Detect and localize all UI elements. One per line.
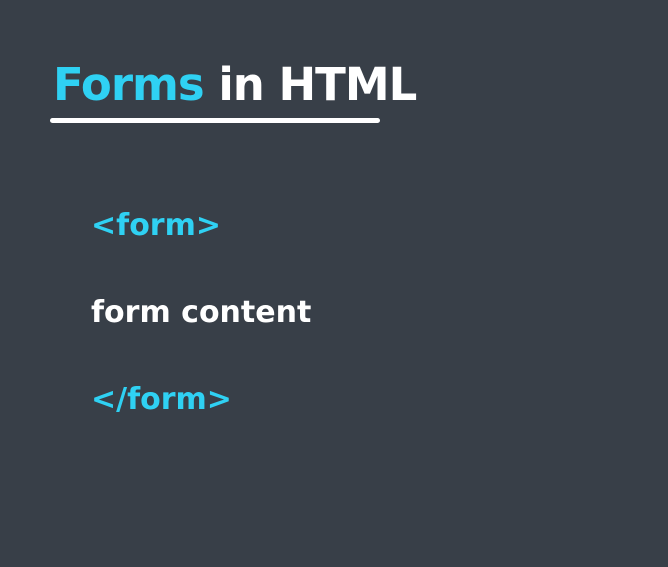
title-underline <box>50 118 380 123</box>
form-close-tag: </form> <box>91 382 232 417</box>
title-rest: in HTML <box>203 58 417 111</box>
slide: Forms in HTML <form> form content </form… <box>0 0 668 567</box>
form-content-text: form content <box>91 295 312 330</box>
form-open-tag: <form> <box>91 208 221 243</box>
slide-title: Forms in HTML <box>53 62 417 107</box>
title-accent-word: Forms <box>53 58 205 111</box>
